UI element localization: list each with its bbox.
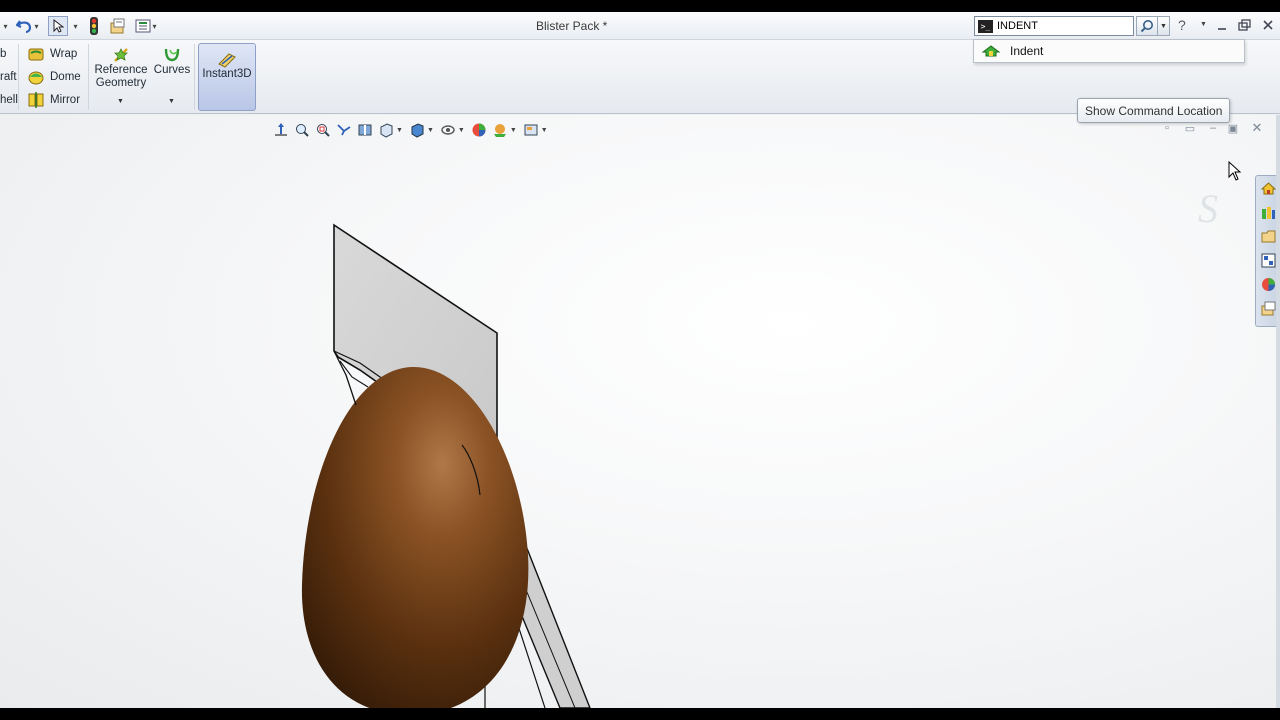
shell-label: hell [0, 94, 18, 106]
window-title: Blister Pack * [536, 19, 608, 33]
dome-button[interactable]: Dome [28, 69, 81, 85]
curves-dropdown[interactable]: ▼ [168, 98, 175, 105]
blister-pack-model[interactable] [0, 115, 1276, 708]
appearances-tab[interactable] [1260, 276, 1276, 293]
select-icon [53, 19, 64, 33]
wrap-icon [28, 48, 44, 61]
mirror-button[interactable]: Mirror [28, 92, 80, 108]
instant3d-label: Instant3D [202, 68, 252, 80]
close-icon [1263, 20, 1273, 30]
search-icon [1140, 20, 1153, 33]
dome-label: Dome [50, 71, 81, 83]
rebuild-traffic-light-icon [90, 17, 98, 35]
undo-icon [16, 20, 32, 34]
reference-geometry-icon [114, 48, 128, 62]
reference-label: Reference [94, 64, 148, 76]
help-button[interactable]: ? [1178, 17, 1186, 33]
search-results-list: Indent [973, 39, 1245, 63]
viewport-scrollbar[interactable] [1276, 115, 1280, 708]
restore-button[interactable] [1237, 17, 1253, 33]
file-explorer-icon [1261, 230, 1276, 243]
title-bar: ▾ ▾ ▾ ▾ Blister Pack * >_ ▼ ? ▼ [0, 12, 1280, 40]
restore-icon [1238, 19, 1251, 31]
task-pane-tabs [1255, 175, 1276, 327]
search-options-dropdown[interactable]: ▼ [1158, 16, 1170, 36]
dome-icon [28, 71, 44, 85]
show-command-location-tooltip: Show Command Location [1077, 98, 1231, 123]
indent-icon [982, 45, 1000, 57]
graphics-area[interactable]: S ▼ ▼ ▼ ▼ ▼ ▫ ▭ – ▣ ✕ [0, 115, 1276, 708]
options-button[interactable]: ▾ [131, 16, 161, 36]
search-input[interactable] [997, 20, 1117, 32]
select-dropdown[interactable]: ▾ [69, 16, 81, 36]
custom-properties-icon [1261, 301, 1276, 316]
draft-label: raft [0, 71, 17, 83]
help-dropdown[interactable]: ▼ [1200, 21, 1207, 28]
reference-geometry-button[interactable]: Reference Geometry [94, 46, 148, 90]
draft-button-partial[interactable]: raft [0, 71, 17, 83]
close-button[interactable] [1260, 17, 1276, 33]
mirror-icon [28, 92, 44, 108]
design-library-tab[interactable] [1260, 204, 1276, 221]
solidworks-resources-icon [1261, 182, 1276, 195]
curves-icon [164, 48, 180, 62]
minimize-button[interactable] [1214, 17, 1230, 33]
letterbox-bottom [0, 708, 1280, 720]
search-button[interactable] [1136, 16, 1158, 36]
options-icon [135, 19, 151, 33]
instant3d-icon [218, 53, 236, 68]
curves-label: Curves [153, 64, 191, 76]
rib-label: b [0, 48, 7, 60]
file-properties-icon [110, 18, 125, 34]
chevron-down-icon: ▼ [1160, 22, 1167, 30]
wrap-label: Wrap [50, 48, 78, 60]
instant3d-button[interactable]: Instant3D [198, 43, 256, 111]
shell-button-partial[interactable]: hell [0, 94, 18, 106]
undo-button[interactable]: ▾ [12, 16, 42, 36]
command-search-icon: >_ [978, 19, 993, 33]
curves-button[interactable]: Curves [152, 46, 192, 77]
mouse-pointer [1228, 160, 1242, 184]
file-explorer-tab[interactable] [1260, 228, 1276, 245]
mirror-label: Mirror [50, 94, 81, 106]
custom-properties-tab[interactable] [1260, 300, 1276, 317]
letterbox-top [0, 0, 1280, 12]
view-palette-icon [1261, 253, 1276, 268]
wrap-button[interactable]: Wrap [28, 46, 77, 62]
view-palette-tab[interactable] [1260, 252, 1276, 269]
rib-button-partial[interactable]: b [0, 48, 6, 60]
search-commands-box[interactable]: >_ [974, 16, 1134, 36]
quick-access-dropdown[interactable]: ▾ [0, 16, 10, 36]
solidworks-window: ▾ ▾ ▾ ▾ Blister Pack * >_ ▼ ? ▼ [0, 12, 1280, 708]
rebuild-button[interactable] [86, 16, 102, 36]
file-properties-button[interactable] [108, 16, 128, 36]
design-library-icon [1262, 207, 1275, 219]
select-button[interactable] [48, 16, 68, 36]
minimize-icon [1218, 28, 1226, 30]
reference-geometry-dropdown[interactable]: ▼ [117, 98, 124, 105]
help-icon: ? [1178, 17, 1186, 33]
appearances-icon [1262, 278, 1275, 291]
solidworks-resources-tab[interactable] [1260, 180, 1276, 197]
search-result-indent[interactable]: Indent [1010, 44, 1043, 58]
geometry-label: Geometry [95, 77, 147, 89]
